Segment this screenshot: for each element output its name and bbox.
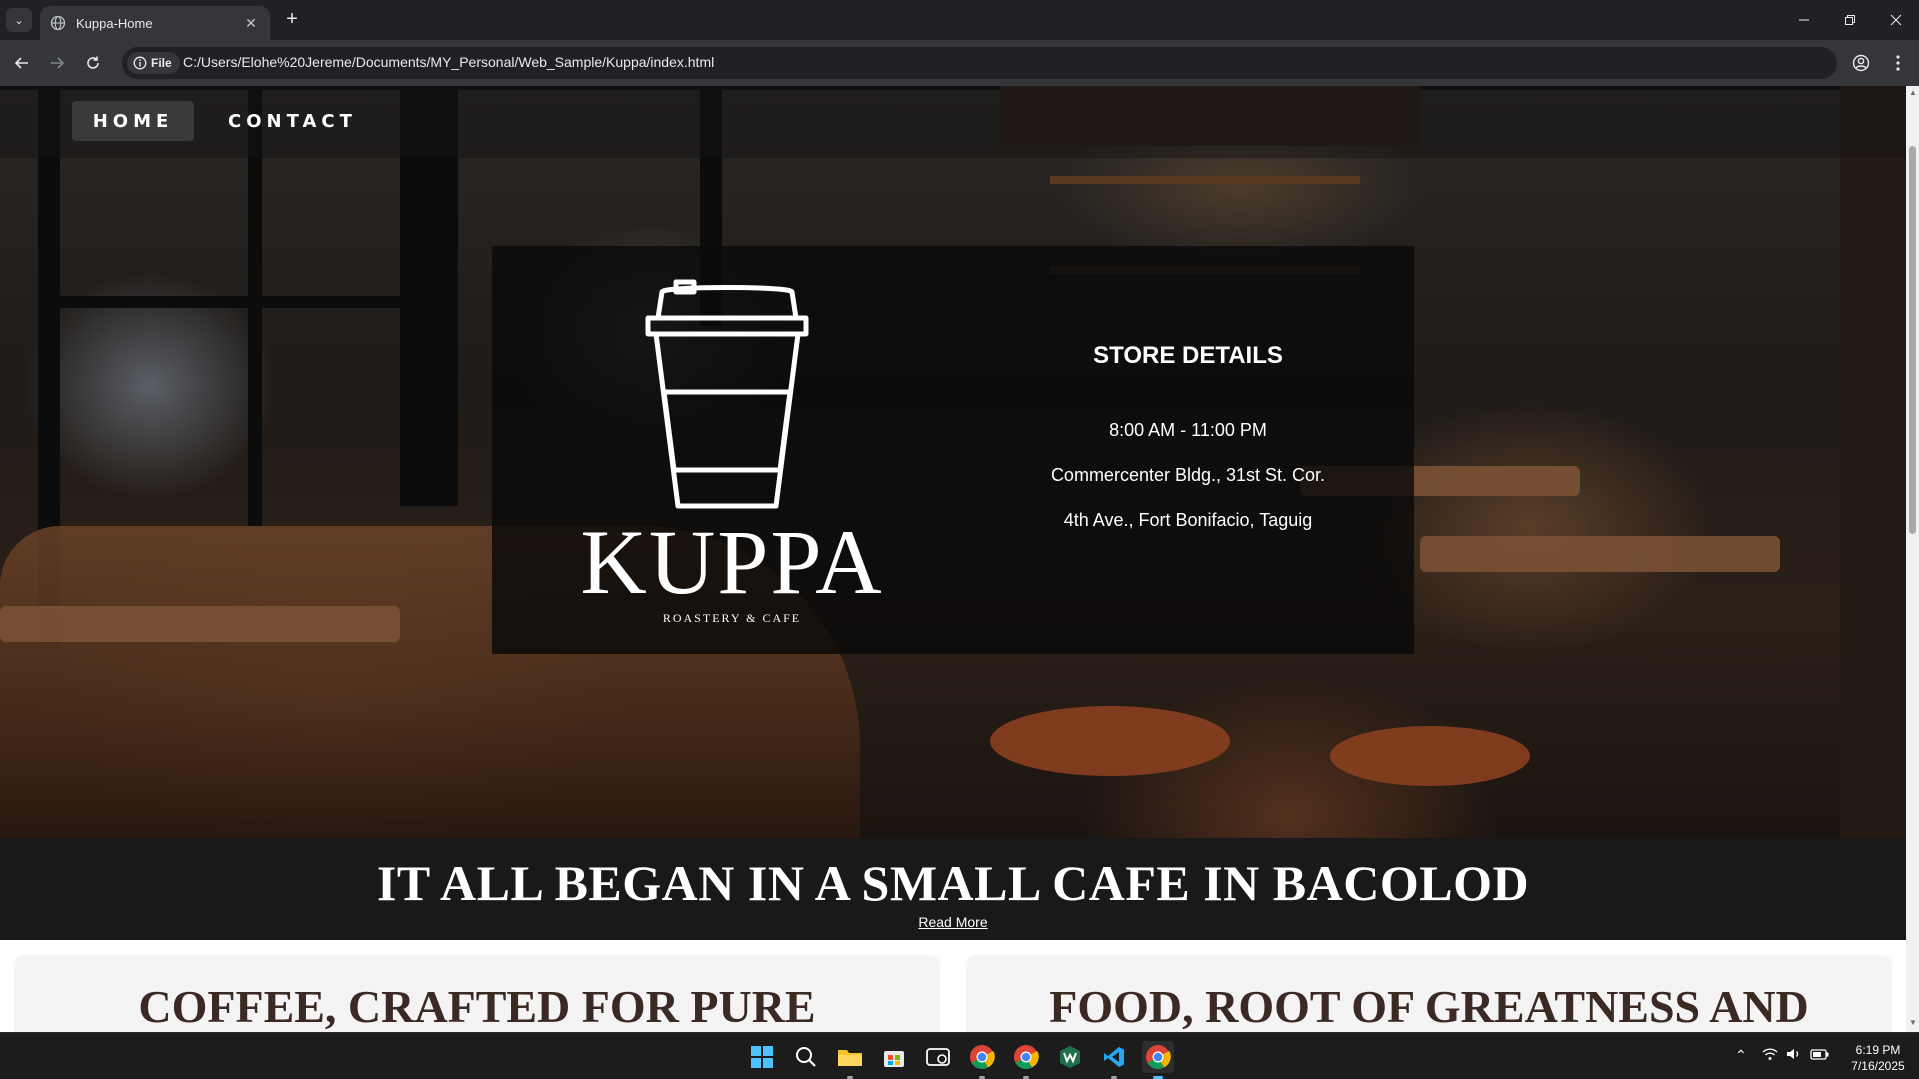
window-icon — [926, 1048, 950, 1066]
hero-section: HOME CONTACT KUPPA ROASTERY & CAFE STORE… — [0, 86, 1906, 838]
info-icon — [133, 56, 147, 70]
brand-wordmark: KUPPA — [580, 511, 884, 613]
arrow-left-icon — [14, 57, 28, 69]
scrollbar-thumb[interactable] — [1909, 146, 1916, 534]
battery-icon — [1810, 1049, 1829, 1060]
bg-table — [0, 606, 400, 642]
globe-icon — [50, 15, 66, 31]
store-address-line-2: 4th Ave., Fort Bonifacio, Taguig — [1063, 510, 1313, 530]
bg-window-transom — [60, 296, 400, 308]
coffee-panel-heading: COFFEE, CRAFTED FOR PURE — [138, 981, 816, 1032]
menu-button[interactable] — [1886, 51, 1910, 75]
read-more-link-text[interactable]: Read More — [918, 914, 987, 930]
page-viewport: HOME CONTACT KUPPA ROASTERY & CAFE STORE… — [0, 86, 1906, 1032]
app-launcher-button[interactable] — [1054, 1041, 1086, 1073]
system-clock[interactable]: 6:19 PM 7/16/2025 — [1842, 1042, 1914, 1074]
profile-icon — [1852, 54, 1870, 72]
bg-stool — [1330, 726, 1530, 786]
profile-button[interactable] — [1849, 51, 1873, 75]
file-explorer-button[interactable] — [834, 1041, 866, 1073]
store-card: KUPPA ROASTERY & CAFE STORE DETAILS 8:00… — [492, 246, 1414, 654]
active-tab[interactable]: Kuppa-Home ✕ — [40, 6, 270, 40]
close-window-button[interactable] — [1873, 0, 1919, 40]
url-text[interactable]: C:/Users/Elohe%20Jereme/Documents/MY_Per… — [183, 54, 714, 70]
coffee-cup-logo-icon — [645, 279, 809, 509]
tray-overflow-button[interactable]: ⌃ — [1735, 1047, 1747, 1064]
food-panel: FOOD, ROOT OF GREATNESS AND — [968, 956, 1890, 1032]
scroll-down-icon[interactable]: ▼ — [1909, 1018, 1917, 1027]
taskbar-search-button[interactable] — [790, 1041, 822, 1073]
site-chip-label: File — [151, 56, 172, 70]
coffee-panel: COFFEE, CRAFTED FOR PURE — [16, 956, 938, 1032]
reload-icon — [87, 56, 99, 69]
nav-contact-link[interactable]: CONTACT — [228, 101, 357, 141]
folder-icon — [838, 1050, 862, 1066]
store-details-title: STORE DETAILS — [1093, 342, 1283, 369]
battery-status[interactable] — [1810, 1047, 1830, 1064]
minimize-icon — [1799, 19, 1809, 21]
store-address-line-1: Commercenter Bldg., 31st St. Cor. — [1050, 465, 1326, 485]
chrome-profile-1-button[interactable] — [966, 1041, 998, 1073]
nav-home-link[interactable]: HOME — [72, 101, 194, 141]
vscode-icon — [1104, 1047, 1124, 1067]
back-button[interactable] — [10, 51, 34, 75]
clock-date: 7/16/2025 — [1851, 1059, 1905, 1073]
top-nav: HOME CONTACT — [0, 86, 1906, 158]
story-banner: IT ALL BEGAN IN A SMALL CAFE IN BACOLOD … — [0, 838, 1906, 940]
browser-tab-bar: ⌄ Kuppa-Home ✕ + — [0, 0, 1919, 40]
bg-table — [1420, 536, 1780, 572]
store-button[interactable] — [878, 1041, 910, 1073]
restore-button[interactable] — [1827, 0, 1873, 40]
start-button[interactable] — [746, 1041, 778, 1073]
site-info-chip[interactable]: File — [127, 52, 180, 74]
vscode-button[interactable] — [1098, 1041, 1130, 1073]
windows-logo-icon — [751, 1046, 773, 1068]
wifi-icon — [1762, 1048, 1778, 1060]
close-tab-icon[interactable]: ✕ — [242, 14, 260, 32]
close-icon — [1890, 14, 1902, 26]
store-bag-icon — [884, 1051, 904, 1067]
chrome-profile-2-button[interactable] — [1010, 1041, 1042, 1073]
store-hours: 8:00 AM - 11:00 PM — [1109, 420, 1267, 440]
chrome-icon — [970, 1045, 995, 1070]
food-panel-heading: FOOD, ROOT OF GREATNESS AND — [1049, 981, 1809, 1032]
forward-button[interactable] — [45, 51, 69, 75]
chevron-up-icon: ⌃ — [1735, 1047, 1747, 1063]
volume-control[interactable] — [1786, 1047, 1802, 1064]
chrome-icon — [1014, 1045, 1039, 1070]
chrome-icon — [1146, 1045, 1171, 1070]
speaker-icon — [1787, 1049, 1799, 1059]
bg-stool — [990, 706, 1230, 776]
chrome-active-button[interactable] — [1142, 1041, 1174, 1073]
restore-icon — [1845, 15, 1855, 25]
scroll-up-icon[interactable]: ▲ — [1909, 88, 1917, 97]
clock-time: 6:19 PM — [1855, 1043, 1901, 1057]
task-view-button[interactable] — [922, 1041, 954, 1073]
reload-button[interactable] — [81, 51, 105, 75]
story-heading: IT ALL BEGAN IN A SMALL CAFE IN BACOLOD — [376, 855, 1530, 911]
tab-search-button[interactable]: ⌄ — [6, 8, 32, 32]
search-icon — [796, 1047, 816, 1067]
arrow-right-icon — [51, 57, 65, 69]
tab-title: Kuppa-Home — [76, 15, 153, 31]
chevron-down-icon: ⌄ — [14, 14, 24, 27]
new-tab-button[interactable]: + — [280, 9, 304, 31]
read-more-link: Read More — [0, 914, 1906, 930]
network-status[interactable] — [1762, 1047, 1778, 1064]
brand-tagline: ROASTERY & CAFE — [662, 611, 802, 625]
windows-taskbar: ⌃ 6:19 PM 7/16/2025 — [0, 1032, 1919, 1079]
game-app-icon — [1060, 1046, 1080, 1068]
more-vertical-icon — [1896, 55, 1900, 71]
minimize-button[interactable] — [1781, 0, 1827, 40]
bg-shelf-board — [1050, 176, 1360, 184]
page-scrollbar[interactable]: ▲ ▼ — [1906, 86, 1919, 1032]
bg-plant-column — [1840, 86, 1906, 838]
